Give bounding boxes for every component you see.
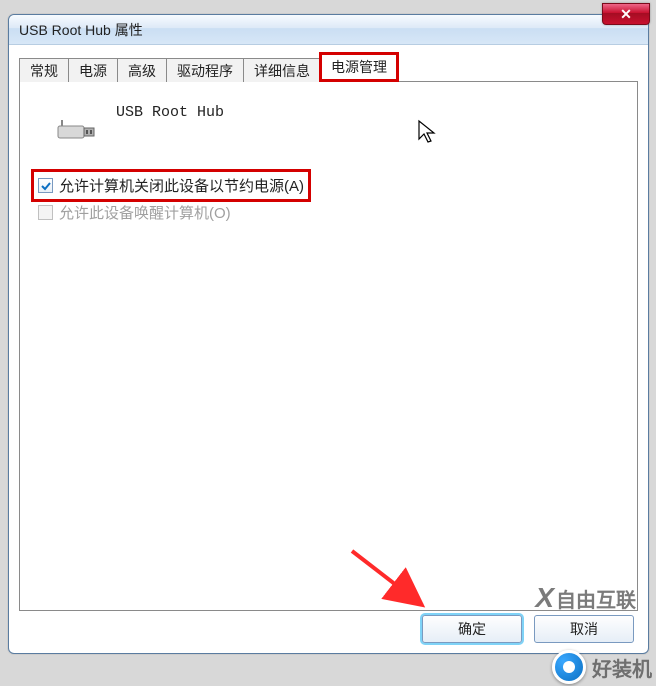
checkbox-icon-checked: [38, 178, 53, 193]
device-name-label: USB Root Hub: [116, 104, 224, 121]
watermark-text-2: 好装机: [592, 653, 652, 682]
close-icon: ✕: [620, 6, 632, 23]
watermark-haozhuangji: 好装机: [552, 650, 652, 684]
checkbox-allow-wake-label: 允许此设备唤醒计算机(O): [59, 202, 231, 223]
tab-general[interactable]: 常规: [19, 58, 69, 82]
checkbox-icon-unchecked: [38, 205, 53, 220]
tabstrip: 常规 电源 高级 驱动程序 详细信息 电源管理: [19, 53, 638, 81]
cancel-button[interactable]: 取消: [534, 615, 634, 643]
checkbox-allow-power-off-label: 允许计算机关闭此设备以节约电源(A): [59, 175, 304, 196]
tab-panel: USB Root Hub 允许计算机关闭此设备以节约电源(A) 允许此设备唤醒计…: [19, 81, 638, 611]
properties-window: USB Root Hub 属性 ✕ 常规 电源 高级 驱动程序 详细信息 电源管…: [8, 14, 649, 654]
tab-power[interactable]: 电源: [68, 58, 118, 82]
usb-hub-icon: [56, 112, 98, 144]
dialog-buttons: 确定 取消: [422, 615, 634, 643]
device-header: USB Root Hub: [56, 102, 623, 134]
checkbox-allow-wake: 允许此设备唤醒计算机(O): [34, 199, 235, 226]
tab-power-management[interactable]: 电源管理: [320, 53, 398, 81]
power-options-group: 允许计算机关闭此设备以节约电源(A) 允许此设备唤醒计算机(O): [34, 172, 623, 226]
titlebar[interactable]: USB Root Hub 属性 ✕: [9, 15, 648, 45]
close-button[interactable]: ✕: [602, 3, 650, 25]
tab-details[interactable]: 详细信息: [243, 58, 321, 82]
client-area: 常规 电源 高级 驱动程序 详细信息 电源管理 USB Root Hub: [9, 45, 648, 653]
tab-driver[interactable]: 驱动程序: [166, 58, 244, 82]
watermark-circle-icon: [552, 650, 586, 684]
tab-advanced[interactable]: 高级: [117, 58, 167, 82]
checkbox-allow-power-off[interactable]: 允许计算机关闭此设备以节约电源(A): [34, 172, 308, 199]
window-title: USB Root Hub 属性: [19, 20, 143, 40]
ok-button[interactable]: 确定: [422, 615, 522, 643]
